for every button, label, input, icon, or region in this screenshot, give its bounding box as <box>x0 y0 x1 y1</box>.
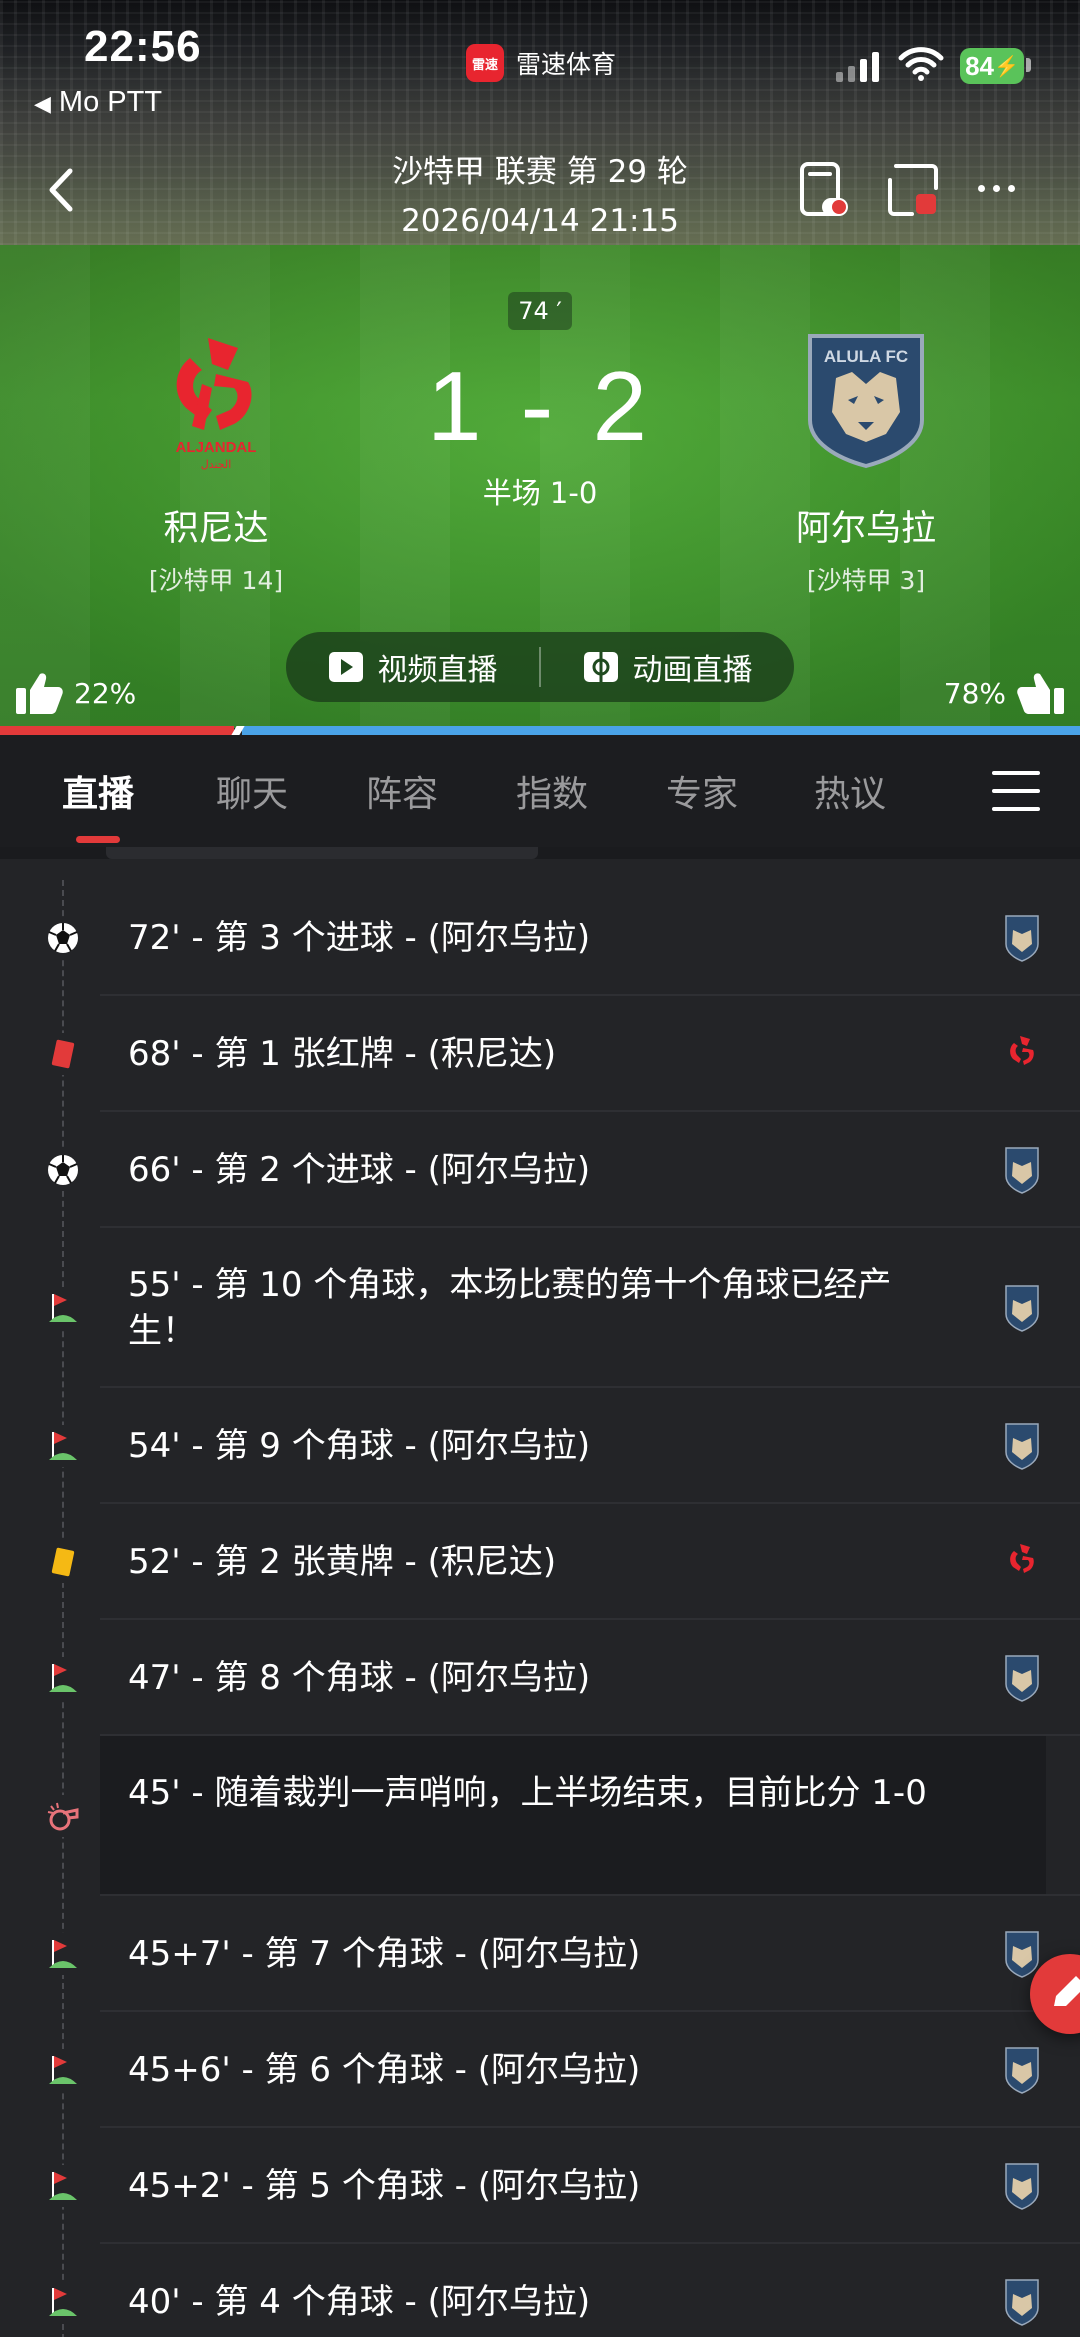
tab-experts[interactable]: 专家 <box>666 765 738 817</box>
away-vote[interactable]: 78% <box>944 670 1066 716</box>
event-text: 40' - 第 4 个角球 - (阿尔乌拉) <box>128 2282 591 2322</box>
goal-icon <box>42 1149 84 1191</box>
event-text: 68' - 第 1 张红牌 - (积尼达) <box>128 1034 557 1074</box>
svg-text:ALULA FC: ALULA FC <box>824 347 908 366</box>
tabs-menu-icon[interactable] <box>992 771 1040 811</box>
home-vote[interactable]: 22% <box>14 670 136 716</box>
corner-icon <box>42 2165 84 2207</box>
tab-chat[interactable]: 聊天 <box>216 765 288 817</box>
match-minute: 74 ′ <box>508 292 572 330</box>
event-row-whistle[interactable]: 45' - 随着裁判一声哨响，上半场结束，目前比分 1-0 <box>0 1736 1080 1896</box>
away-team-badge-icon <box>1002 914 1042 962</box>
event-row-yellow-card[interactable]: 52' - 第 2 张黄牌 - (积尼达) <box>0 1504 1080 1620</box>
event-text: 45+2' - 第 5 个角球 - (阿尔乌拉) <box>128 2166 641 2206</box>
away-team-rank: [沙特甲 3] <box>806 566 926 595</box>
yellow-card-icon <box>42 1541 84 1583</box>
event-row-corner[interactable]: 45+6' - 第 6 个角球 - (阿尔乌拉) <box>0 2012 1080 2128</box>
pitch-animation-icon <box>583 652 618 682</box>
highlight-background <box>100 1736 1046 1896</box>
event-text: 45+6' - 第 6 个角球 - (阿尔乌拉) <box>128 2050 641 2090</box>
away-team[interactable]: ALULA FC 阿尔乌拉 [沙特甲 3] <box>736 330 996 597</box>
video-live-button[interactable]: 视频直播 <box>286 645 539 689</box>
cellular-signal-icon <box>836 50 879 82</box>
tab-live[interactable]: 直播 <box>62 765 134 843</box>
away-team-badge-icon <box>1002 2046 1042 2094</box>
home-team-logo-icon: ALJANDAL الجندل <box>176 338 257 471</box>
home-team-badge-icon <box>1002 1538 1042 1586</box>
corner-icon <box>42 1657 84 1699</box>
match-header: 22:56 ◀ Mo PTT 雷速 雷速体育 84 ⚡ 沙特甲 联赛 第 29 轮 … <box>0 0 1080 728</box>
thumbs-up-icon <box>1017 673 1064 714</box>
goal-icon <box>42 917 84 959</box>
corner-icon <box>42 1425 84 1467</box>
away-team-badge-icon <box>1002 2162 1042 2210</box>
app-name: 雷速体育 <box>516 50 617 79</box>
event-row-corner[interactable]: 40' - 第 4 个角球 - (阿尔乌拉) <box>0 2244 1080 2337</box>
status-bar: 22:56 ◀ Mo PTT 雷速 雷速体育 84 ⚡ <box>0 0 1080 130</box>
home-team-name: 积尼达 <box>163 509 269 549</box>
match-page: 22:56 ◀ Mo PTT 雷速 雷速体育 84 ⚡ 沙特甲 联赛 第 29 轮 … <box>0 0 1080 2337</box>
match-tabs: 直播 聊天 阵容 指数 专家 热议 <box>0 735 1080 847</box>
event-text: 54' - 第 9 个角球 - (阿尔乌拉) <box>128 1426 591 1466</box>
away-team-badge-icon <box>1002 2278 1042 2326</box>
tab-active-indicator <box>76 836 120 843</box>
home-team-rank: [沙特甲 14] <box>148 566 284 595</box>
app-logo-icon: 雷速 <box>466 44 504 82</box>
corner-icon <box>42 2049 84 2091</box>
app-badge: 雷速 雷速体育 <box>466 44 616 82</box>
battery-icon: 84 ⚡ <box>960 48 1024 84</box>
event-row-corner[interactable]: 54' - 第 9 个角球 - (阿尔乌拉) <box>0 1388 1080 1504</box>
away-team-badge-icon <box>1002 1146 1042 1194</box>
tab-odds[interactable]: 指数 <box>516 765 588 817</box>
event-row-corner[interactable]: 45+7' - 第 7 个角球 - (阿尔乌拉) <box>0 1896 1080 2012</box>
more-options-icon[interactable] <box>978 185 1015 192</box>
away-team-name: 阿尔乌拉 <box>795 509 936 549</box>
back-triangle-icon: ◀ <box>34 91 51 116</box>
event-text: 45+7' - 第 7 个角球 - (阿尔乌拉) <box>128 1934 641 1974</box>
event-text: 47' - 第 8 个角球 - (阿尔乌拉) <box>128 1658 591 1698</box>
event-text: 52' - 第 2 张黄牌 - (积尼达) <box>128 1542 557 1582</box>
pencil-icon <box>1054 1976 1080 2006</box>
back-to-app-link[interactable]: ◀ Mo PTT <box>34 86 162 119</box>
tab-discussion[interactable]: 热议 <box>814 765 886 817</box>
live-options: 视频直播 动画直播 <box>286 632 794 702</box>
home-team[interactable]: ALJANDAL الجندل 积尼达 [沙特甲 14] <box>86 330 346 597</box>
event-row-red-card[interactable]: 68' - 第 1 张红牌 - (积尼达) <box>0 996 1080 1112</box>
phone-float-icon[interactable] <box>796 160 852 220</box>
away-team-logo-icon: ALULA FC <box>808 334 924 469</box>
event-row-corner[interactable]: 45+2' - 第 5 个角球 - (阿尔乌拉) <box>0 2128 1080 2244</box>
corner-icon <box>42 1933 84 1975</box>
event-row-corner[interactable]: 55' - 第 10 个角球，本场比赛的第十个角球已经产生！ <box>0 1228 1080 1388</box>
red-card-icon <box>42 1033 84 1075</box>
animation-live-button[interactable]: 动画直播 <box>541 645 794 689</box>
video-play-icon <box>328 652 363 682</box>
home-team-badge-icon <box>1002 1030 1042 1078</box>
event-row-goal[interactable]: 72' - 第 3 个进球 - (阿尔乌拉) <box>0 880 1080 996</box>
svg-text:ALJANDAL: ALJANDAL <box>176 439 257 456</box>
svg-text:الجندل: الجندل <box>201 458 232 470</box>
event-text: 66' - 第 2 个进球 - (阿尔乌拉) <box>128 1150 591 1190</box>
vote-ratio-bar <box>0 726 1080 735</box>
thumbs-up-icon <box>16 673 63 714</box>
event-text: 45' - 随着裁判一声哨响，上半场结束，目前比分 1-0 <box>128 1773 927 1813</box>
corner-icon <box>42 2281 84 2323</box>
event-row-goal[interactable]: 66' - 第 2 个进球 - (阿尔乌拉) <box>0 1112 1080 1228</box>
away-team-badge-icon <box>1002 1284 1042 1332</box>
away-vote-fill <box>241 726 1080 735</box>
event-row-corner[interactable]: 47' - 第 8 个角球 - (阿尔乌拉) <box>0 1620 1080 1736</box>
event-text: 55' - 第 10 个角球，本场比赛的第十个角球已经产生！ <box>128 1265 892 1351</box>
clock: 22:56 <box>84 22 202 71</box>
home-vote-fill <box>0 726 234 735</box>
wifi-icon <box>898 47 944 81</box>
away-team-badge-icon <box>1002 1654 1042 1702</box>
away-team-badge-icon <box>1002 1422 1042 1470</box>
whistle-icon <box>42 1795 84 1837</box>
picture-in-picture-icon[interactable] <box>884 160 940 220</box>
tab-lineup[interactable]: 阵容 <box>366 765 438 817</box>
event-text: 72' - 第 3 个进球 - (阿尔乌拉) <box>128 918 591 958</box>
corner-icon <box>42 1287 84 1329</box>
